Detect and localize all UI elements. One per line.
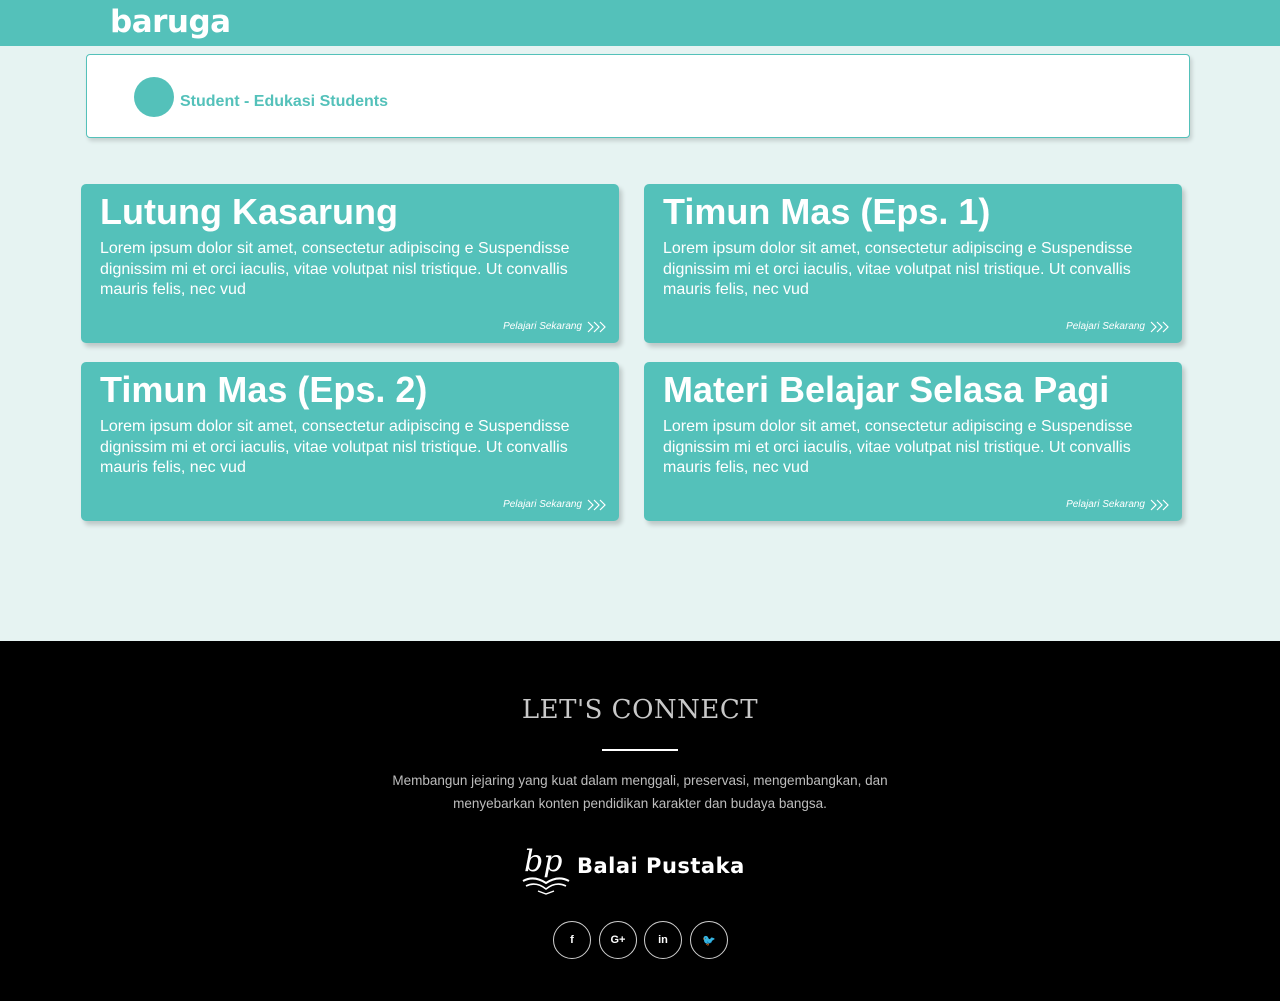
- course-title: Timun Mas (Eps. 2): [100, 369, 428, 410]
- course-description: Lorem ipsum dolor sit amet, consectetur …: [100, 240, 570, 298]
- learn-now-link[interactable]: Pelajari Sekarang: [1066, 499, 1170, 511]
- profile-card: Student - Edukasi Students: [86, 54, 1190, 138]
- learn-now-label: Pelajari Sekarang: [503, 499, 582, 510]
- course-description: Lorem ipsum dolor sit amet, consectetur …: [663, 418, 1133, 476]
- google-plus-icon[interactable]: G+: [599, 921, 637, 959]
- learn-now-link[interactable]: Pelajari Sekarang: [503, 499, 607, 511]
- footer-title: LET'S CONNECT: [521, 695, 759, 725]
- learn-now-link[interactable]: Pelajari Sekarang: [1066, 321, 1170, 333]
- footer: LET'S CONNECT Membangun jejaring yang ku…: [0, 641, 1280, 1001]
- learn-now-label: Pelajari Sekarang: [503, 321, 582, 332]
- top-navbar: baruga: [0, 0, 1280, 46]
- course-description: Lorem ipsum dolor sit amet, consectetur …: [663, 240, 1133, 298]
- balai-pustaka-mark-icon: bp: [522, 844, 570, 895]
- course-title: Timun Mas (Eps. 1): [663, 191, 991, 232]
- balai-pustaka-text: Balai Pustaka: [577, 854, 745, 878]
- course-title: Materi Belajar Selasa Pagi: [663, 369, 1110, 410]
- facebook-icon[interactable]: f: [553, 921, 591, 959]
- course-card[interactable]: Timun Mas (Eps. 2) Lorem ipsum dolor sit…: [81, 362, 619, 521]
- profile-name[interactable]: Student - Edukasi Students: [180, 92, 388, 112]
- course-card[interactable]: Materi Belajar Selasa Pagi Lorem ipsum d…: [644, 362, 1182, 521]
- twitter-icon[interactable]: 🐦: [690, 921, 728, 959]
- triple-chevron-right-icon: [587, 321, 606, 333]
- footer-divider: [602, 749, 678, 751]
- course-card[interactable]: Timun Mas (Eps. 1) Lorem ipsum dolor sit…: [644, 184, 1182, 343]
- learn-now-label: Pelajari Sekarang: [1066, 499, 1145, 510]
- svg-text:bp: bp: [524, 844, 562, 879]
- linkedin-icon[interactable]: in: [644, 921, 682, 959]
- course-card[interactable]: Lutung Kasarung Lorem ipsum dolor sit am…: [81, 184, 619, 343]
- learn-now-link[interactable]: Pelajari Sekarang: [503, 321, 607, 333]
- course-title: Lutung Kasarung: [100, 191, 398, 232]
- triple-chevron-right-icon: [587, 499, 606, 511]
- user-avatar-icon[interactable]: [134, 77, 174, 117]
- learn-now-label: Pelajari Sekarang: [1066, 321, 1145, 332]
- baruga-logo[interactable]: baruga: [110, 2, 231, 42]
- triple-chevron-right-icon: [1150, 499, 1169, 511]
- balai-pustaka-logo[interactable]: bp Balai Pustaka: [520, 839, 760, 895]
- footer-mission-text: Membangun jejaring yang kuat dalam mengg…: [392, 773, 888, 811]
- triple-chevron-right-icon: [1150, 321, 1169, 333]
- course-description: Lorem ipsum dolor sit amet, consectetur …: [100, 418, 570, 476]
